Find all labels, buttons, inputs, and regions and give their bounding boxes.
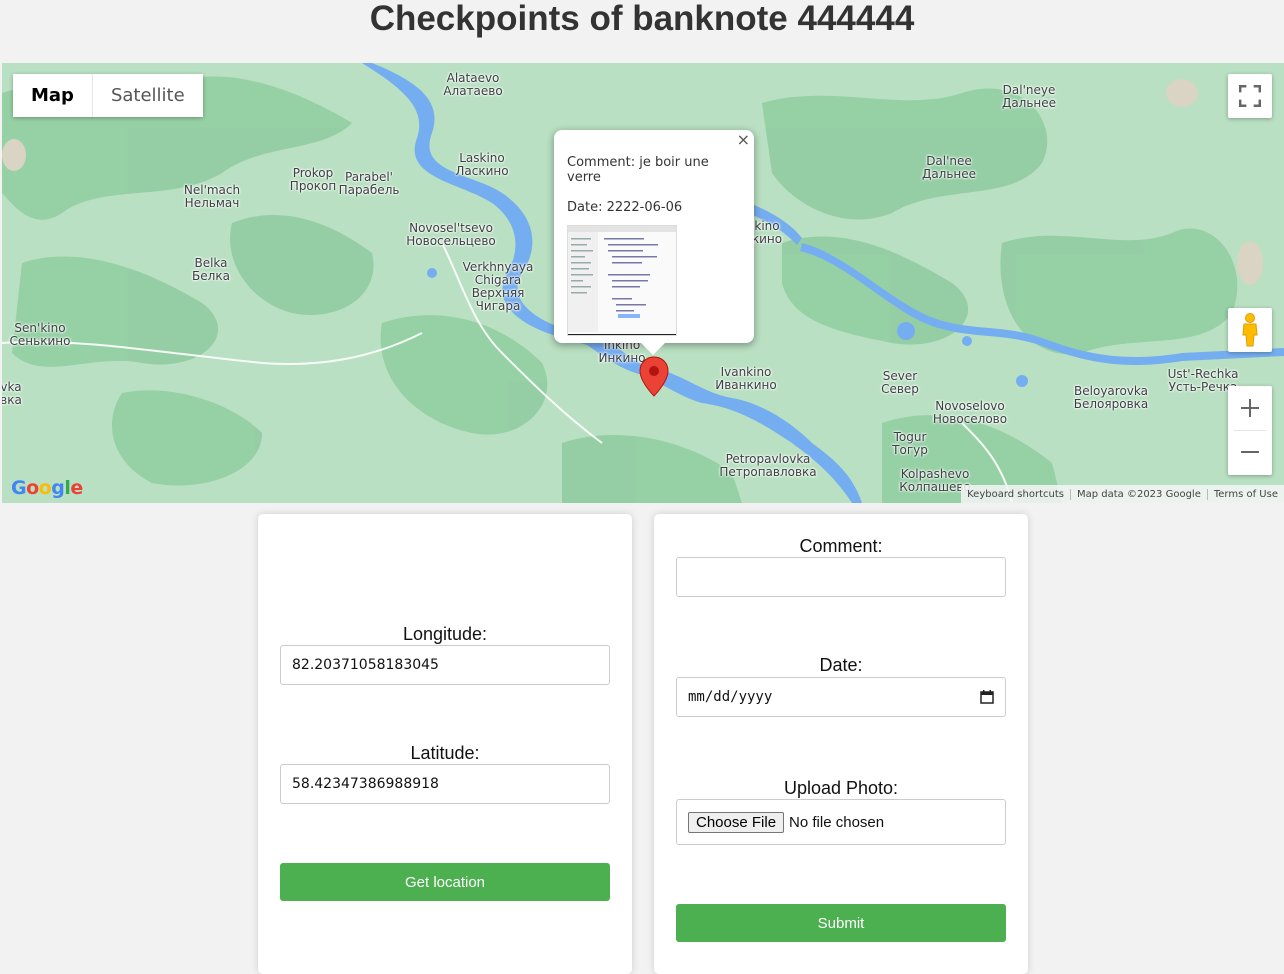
place-label: Nel'mach Нельмач <box>183 183 241 210</box>
location-card: Longitude: 82.20371058183045 Latitude: 5… <box>258 514 632 974</box>
longitude-input[interactable]: 82.20371058183045 <box>280 645 610 685</box>
place-label: Belka Белка <box>192 256 230 283</box>
fullscreen-icon <box>1239 85 1261 107</box>
place-label: Parabel' Парабель <box>338 170 400 197</box>
zoom-out-button[interactable] <box>1228 430 1272 474</box>
photo-image <box>568 226 676 335</box>
place-label: Togur Тогур <box>892 430 928 457</box>
page-title: Checkpoints of banknote 444444 <box>369 0 915 38</box>
comment-input[interactable] <box>676 557 1006 597</box>
place-label: Beloyarovka Белояровка <box>1073 384 1149 411</box>
file-input: Choose File No file chosen <box>676 799 1006 845</box>
upload-photo-label: Upload Photo: <box>783 778 899 798</box>
plus-icon <box>1241 399 1259 417</box>
date-input[interactable]: mm/dd/yyyy <box>676 677 1006 717</box>
place-label: Novoselovo Новоселово <box>932 399 1008 426</box>
checkpoint-photo-thumbnail[interactable] <box>567 225 677 336</box>
pegman-icon <box>1242 313 1258 347</box>
minus-icon <box>1241 451 1259 453</box>
place-label: Dal'neye Дальнее <box>1001 83 1057 110</box>
checkpoint-card: Comment: Date: mm/dd/yyyy Upload Photo: … <box>654 514 1028 974</box>
place-label: Novosel'tsevo Новосельцево <box>406 221 496 248</box>
keyboard-shortcuts-link[interactable]: Keyboard shortcuts <box>961 489 1070 500</box>
place-label: Dal'nee Дальнее <box>921 154 977 181</box>
map-type-map-button[interactable]: Map <box>13 74 92 117</box>
longitude-label: Longitude: <box>402 624 488 644</box>
place-label: Ivankino Иванкино <box>715 365 777 392</box>
map-marker-icon[interactable] <box>639 356 669 398</box>
fullscreen-button[interactable] <box>1228 74 1272 118</box>
map-type-control: Map Satellite <box>13 74 203 117</box>
place-label: vka вка <box>2 380 22 407</box>
place-label: Kolpashevo Колпашево <box>899 467 971 494</box>
place-label: Sen'kino Сенькино <box>9 321 71 348</box>
zoom-divider <box>1234 430 1266 431</box>
place-label: Petropavlovka Петропавловка <box>719 452 817 479</box>
latitude-input[interactable]: 58.42347386988918 <box>280 764 610 804</box>
info-window: × Comment: je boir une verre Date: 2222-… <box>554 130 754 355</box>
place-label: Prokop Прокоп <box>289 166 337 193</box>
place-label: Sever Север <box>881 369 919 396</box>
choose-file-button[interactable]: Choose File <box>688 811 785 833</box>
terms-of-use-link[interactable]: Terms of Use <box>1206 488 1284 500</box>
place-label: kino кино <box>751 219 783 246</box>
google-logo: Google <box>11 477 83 499</box>
place-label: Verkhnyaya Chigara Верхняя Чигара <box>462 260 534 313</box>
map-attribution: Keyboard shortcuts Map data ©2023 Google… <box>961 485 1284 503</box>
map-type-satellite-button[interactable]: Satellite <box>91 74 203 117</box>
comment-label: Comment: <box>799 536 883 556</box>
street-view-button[interactable] <box>1228 308 1272 352</box>
submit-button[interactable]: Submit <box>676 904 1006 942</box>
date-placeholder: mm/dd/yyyy <box>688 689 773 705</box>
zoom-in-button[interactable] <box>1228 386 1272 430</box>
map-data-text: Map data ©2023 Google <box>1069 488 1207 500</box>
date-label: Date: <box>819 655 863 675</box>
calendar-icon[interactable] <box>980 690 994 704</box>
map[interactable]: Alataevo Алатаево Dal'neye Дальнее Laskino… <box>2 63 1284 503</box>
zoom-control <box>1228 386 1272 475</box>
place-label: Alataevo Алатаево <box>443 71 503 98</box>
latitude-label: Latitude: <box>410 743 480 763</box>
info-comment: Comment: je boir une verre <box>567 155 709 185</box>
place-label: Laskino Ласкино <box>455 151 509 178</box>
get-location-button[interactable]: Get location <box>280 863 610 901</box>
info-date: Date: 2222-06-06 <box>567 200 683 215</box>
close-icon[interactable]: × <box>737 130 750 149</box>
no-file-chosen-text: No file chosen <box>789 813 885 831</box>
